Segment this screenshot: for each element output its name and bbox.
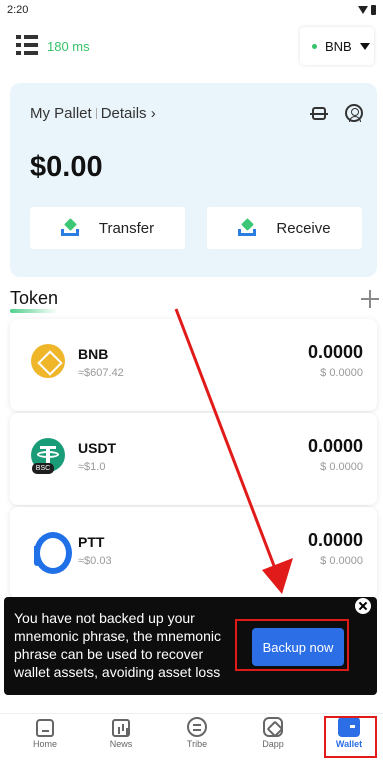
- chain-badge: BSC: [32, 463, 54, 474]
- scan-icon[interactable]: [310, 107, 328, 120]
- ptt-logo-icon: [31, 532, 72, 574]
- nav-label: Dapp: [262, 739, 284, 749]
- token-symbol: BNB: [78, 346, 109, 362]
- close-icon[interactable]: [355, 598, 371, 614]
- usdt-logo-icon: BSC: [31, 438, 65, 474]
- token-value: $ 0.0000: [320, 555, 363, 567]
- nav-label: News: [109, 739, 133, 749]
- token-row-bnb[interactable]: BNB ≈$607.42 0.0000 $ 0.0000: [10, 319, 377, 411]
- receive-icon: [238, 218, 257, 236]
- title-divider: [95, 108, 97, 119]
- token-amount: 0.0000: [307, 436, 363, 456]
- network-selector[interactable]: BNB: [300, 27, 374, 65]
- bnb-logo-icon: [31, 344, 65, 378]
- wallet-title[interactable]: My Pallet Details ›: [30, 105, 156, 122]
- token-row-usdt[interactable]: BSC USDT ≈$1.0 0.0000 $ 0.0000: [10, 413, 377, 505]
- token-section-header: Token: [0, 286, 383, 314]
- nav-news[interactable]: News: [96, 717, 146, 761]
- backup-message: You have not backed up your mnemonic phr…: [14, 610, 221, 680]
- token-row-ptt[interactable]: PTT ≈$0.03 0.0000 $ 0.0000: [10, 507, 377, 599]
- menu-icon[interactable]: [16, 35, 38, 55]
- wallet-card: My Pallet Details › $0.00 Transfer Recei…: [10, 83, 377, 277]
- caret-down-icon: [359, 42, 370, 50]
- backup-reminder-banner: You have not backed up your mnemonic phr…: [4, 597, 377, 695]
- home-icon: [36, 719, 54, 737]
- token-amount: 0.0000: [307, 342, 363, 362]
- details-link[interactable]: Details ›: [101, 105, 156, 122]
- network-status-dot: [312, 43, 317, 49]
- news-icon: [112, 719, 130, 737]
- dapp-icon: [263, 717, 283, 737]
- nav-tribe[interactable]: Tribe: [172, 717, 222, 761]
- token-amount: 0.0000: [307, 530, 363, 550]
- battery-icon: [371, 5, 376, 15]
- status-time: 2:20: [7, 4, 29, 16]
- token-symbol: USDT: [78, 440, 117, 456]
- transfer-icon: [60, 218, 79, 236]
- token-section-title: Token: [10, 288, 59, 308]
- wifi-icon: [358, 6, 368, 14]
- profile-icon[interactable]: [345, 104, 363, 122]
- receive-label: Receive: [276, 219, 331, 237]
- backup-now-button[interactable]: Backup now: [252, 628, 344, 666]
- wallet-name: My Pallet: [30, 105, 92, 122]
- nav-dapp[interactable]: Dapp: [248, 717, 298, 761]
- title-underline: [10, 309, 58, 313]
- add-token-icon[interactable]: [361, 290, 379, 308]
- total-balance: $0.00: [30, 151, 103, 183]
- receive-button[interactable]: Receive: [207, 207, 362, 249]
- transfer-label: Transfer: [98, 219, 155, 237]
- nav-label: Tribe: [186, 739, 208, 749]
- token-price: ≈$607.42: [78, 367, 124, 379]
- status-bar: 2:20: [0, 0, 383, 20]
- top-bar: 180 ms BNB: [0, 22, 383, 72]
- token-value: $ 0.0000: [320, 367, 363, 379]
- nav-label: Home: [32, 739, 57, 749]
- transfer-button[interactable]: Transfer: [30, 207, 185, 249]
- nav-home[interactable]: Home: [20, 717, 70, 761]
- annotation-highlight-box: [324, 716, 377, 758]
- token-symbol: PTT: [78, 534, 105, 550]
- token-value: $ 0.0000: [320, 461, 363, 473]
- token-price: ≈$0.03: [78, 555, 112, 567]
- latency-indicator: 180 ms: [47, 39, 90, 54]
- tribe-icon: [187, 717, 207, 737]
- network-name: BNB: [325, 38, 352, 54]
- status-icons: [358, 5, 376, 15]
- token-price: ≈$1.0: [78, 461, 106, 473]
